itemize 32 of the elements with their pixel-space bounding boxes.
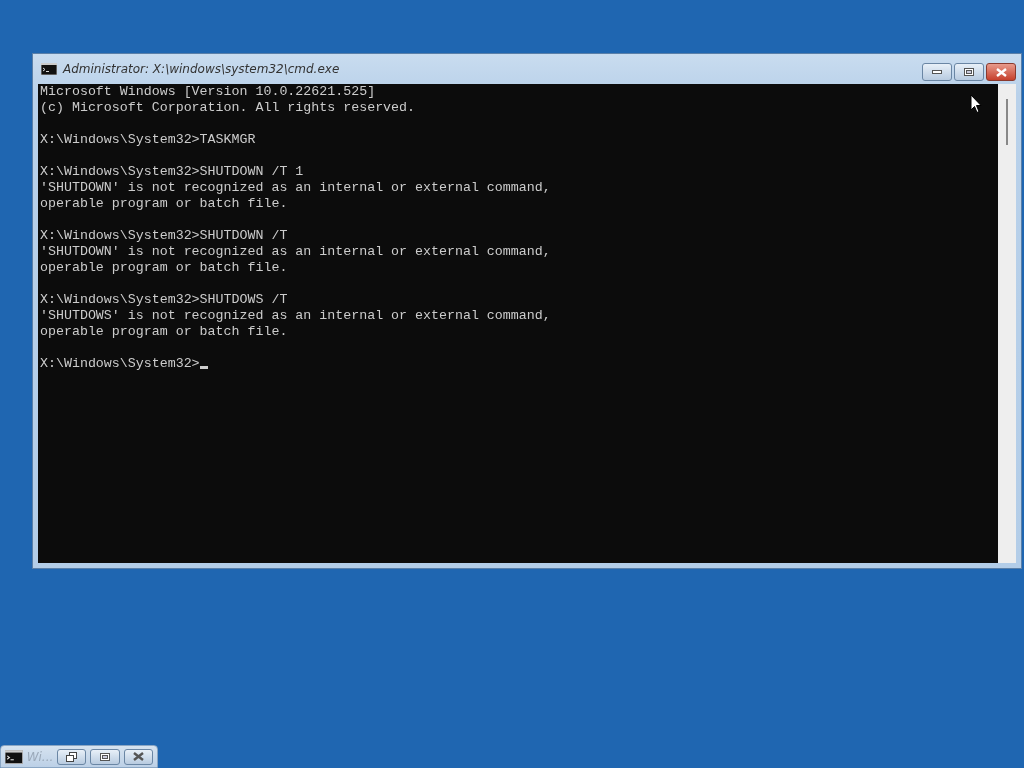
close-button[interactable] <box>123 748 153 765</box>
window-title: Administrator: X:\windows\system32\cmd.exe <box>63 62 341 76</box>
close-icon <box>132 752 144 761</box>
console-line: (c) Microsoft Corporation. All rights reserved. <box>40 100 416 115</box>
restore-icon <box>964 68 974 76</box>
console-icon <box>5 749 23 764</box>
minimize-icon <box>932 70 942 74</box>
console-line: 'SHUTDOWS' is not recognized as an internal or external command, <box>40 308 551 323</box>
command-prompt: X:\Windows\System32> <box>40 356 200 371</box>
restore-icon <box>99 752 110 761</box>
restore-button[interactable] <box>56 748 87 765</box>
console-line: operable program or batch file. <box>40 324 288 339</box>
scrollbar-thumb[interactable] <box>1006 99 1008 145</box>
restore-icon <box>65 751 77 762</box>
text-cursor <box>199 366 208 369</box>
console-line: X:\Windows\System32>TASKMGR <box>40 132 256 147</box>
console-line: X:\Windows\System32>SHUTDOWN /T 1 <box>40 164 304 179</box>
mouse-pointer-icon <box>970 94 982 114</box>
console-icon <box>41 63 57 75</box>
console-line: 'SHUTDOWN' is not recognized as an internal or external command, <box>40 244 551 259</box>
console-line: Microsoft Windows [Version 10.0.22621.525] <box>40 84 376 99</box>
console-line: X:\Windows\System32>SHUTDOWN /T <box>40 228 288 243</box>
console-line: X:\Windows\System32>SHUTDOWS /T <box>40 292 288 307</box>
close-button[interactable] <box>986 63 1016 81</box>
minimize-button[interactable] <box>922 63 952 81</box>
console-line: 'SHUTDOWN' is not recognized as an internal or external command, <box>40 180 551 195</box>
scrollbar[interactable] <box>998 84 1016 563</box>
maximize-button[interactable] <box>954 63 984 81</box>
console-line: operable program or batch file. <box>40 260 288 275</box>
close-icon <box>995 67 1007 77</box>
maximize-button[interactable] <box>90 748 120 765</box>
console-line: operable program or batch file. <box>40 196 288 211</box>
